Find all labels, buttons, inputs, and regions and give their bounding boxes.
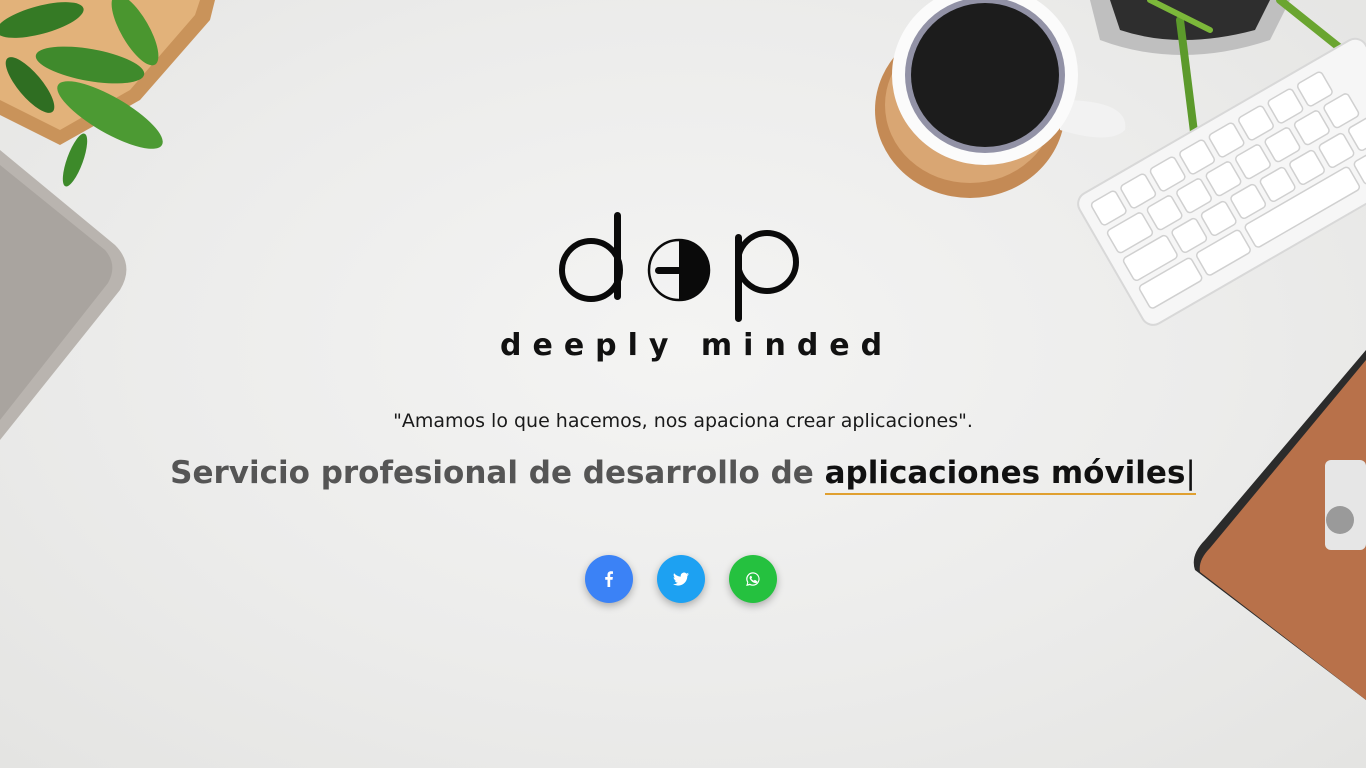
- whatsapp-button[interactable]: [729, 555, 777, 603]
- hero-section: deeply minded "Amamos lo que hacemos, no…: [0, 0, 1366, 768]
- twitter-icon: [673, 572, 689, 586]
- typing-cursor: |: [1185, 455, 1196, 491]
- twitter-button[interactable]: [657, 555, 705, 603]
- tagline-highlight: aplicaciones móviles: [824, 455, 1186, 491]
- facebook-button[interactable]: [585, 555, 633, 603]
- whatsapp-icon: [746, 572, 760, 586]
- facebook-icon: [605, 571, 613, 587]
- social-links: [585, 555, 777, 603]
- tagline-prefix: Servicio profesional de desarrollo de: [170, 455, 825, 491]
- brand-wordmark: deeply minded: [500, 328, 894, 363]
- hero-tagline: Servicio profesional de desarrollo de ap…: [0, 455, 1366, 495]
- logo-icon: [559, 212, 799, 322]
- hero-quote: "Amamos lo que hacemos, nos apaciona cre…: [393, 410, 973, 432]
- tagline-typed-text: aplicaciones móviles|: [824, 455, 1196, 495]
